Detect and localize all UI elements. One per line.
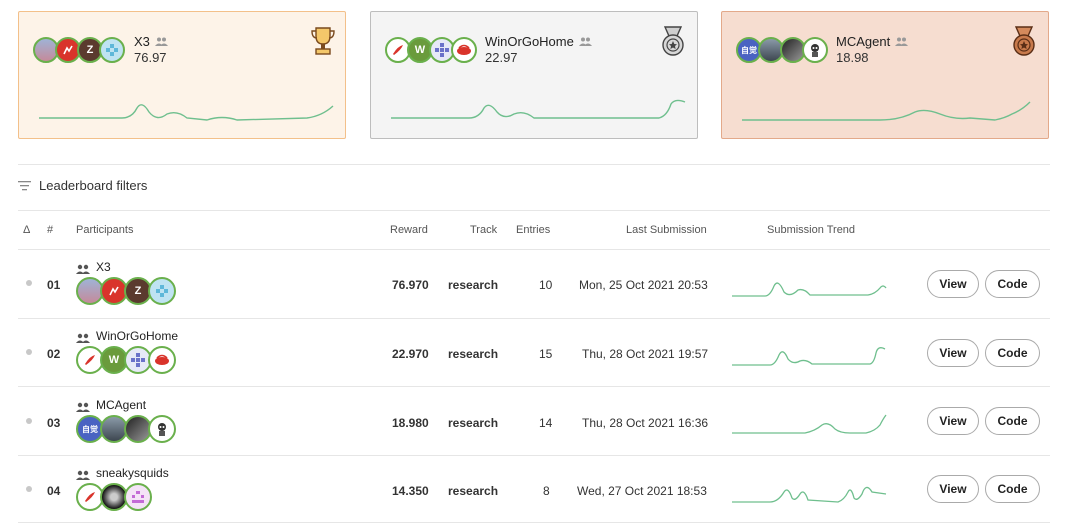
submission-trend-sparkline xyxy=(732,486,887,503)
submission-trend-sparkline xyxy=(732,347,886,366)
column-header-submission-trend: Submission Trend xyxy=(767,224,856,236)
team-avatars: W xyxy=(385,37,477,63)
last-submission: Mon, 25 Oct 2021 20:53 xyxy=(579,278,708,292)
podium-trend-sparkline xyxy=(39,104,334,121)
column-header-delta: Δ xyxy=(23,224,31,236)
group-icon xyxy=(154,37,168,46)
team-name[interactable]: X3 xyxy=(134,34,168,49)
team-avatars: 自觉 xyxy=(736,37,828,63)
entries: 8 xyxy=(543,484,550,498)
participant-name[interactable]: X3 xyxy=(96,260,111,274)
participant-avatars xyxy=(76,483,152,511)
participant-avatars: 自觉 xyxy=(76,415,176,443)
divider xyxy=(18,210,1050,211)
view-button[interactable]: View xyxy=(927,339,979,367)
entries: 10 xyxy=(539,278,553,292)
divider xyxy=(18,522,1050,523)
participant-avatars: Z xyxy=(76,277,176,305)
entries: 15 xyxy=(539,347,553,361)
last-submission: Wed, 27 Oct 2021 18:53 xyxy=(577,484,707,498)
avatar xyxy=(802,37,828,63)
team-avatars: Z xyxy=(33,37,125,63)
trophy-icon xyxy=(311,27,335,55)
reward: 22.970 xyxy=(392,347,429,361)
code-button[interactable]: Code xyxy=(985,339,1040,367)
rank: 04 xyxy=(47,484,61,498)
participant-name[interactable]: sneakysquids xyxy=(96,466,169,480)
participant-name[interactable]: MCAgent xyxy=(96,398,146,412)
participant-name[interactable]: WinOrGoHome xyxy=(96,329,178,343)
group-icon xyxy=(76,333,90,343)
team-name-label: X3 xyxy=(134,34,150,49)
submission-trend-sparkline xyxy=(732,414,887,434)
code-button[interactable]: Code xyxy=(985,475,1040,503)
rank-change-dot xyxy=(26,418,32,424)
code-button[interactable]: Code xyxy=(985,270,1040,298)
avatar xyxy=(148,277,176,305)
rank-change-dot xyxy=(26,349,32,355)
silver-medal-icon xyxy=(662,26,684,56)
track: research xyxy=(448,347,499,361)
rank: 03 xyxy=(47,416,61,430)
group-icon xyxy=(578,37,592,46)
code-button[interactable]: Code xyxy=(985,407,1040,435)
divider xyxy=(18,249,1050,250)
rank: 02 xyxy=(47,347,61,361)
column-header-track[interactable]: Track xyxy=(470,224,497,236)
podium-card-third[interactable]: 自觉 MCAgent 18.98 xyxy=(721,11,1049,139)
column-header-participants: Participants xyxy=(76,224,134,236)
podium-card-second[interactable]: W WinOrGoHome 22.97 xyxy=(370,11,698,139)
team-name[interactable]: MCAgent xyxy=(836,34,909,49)
divider xyxy=(18,318,1050,319)
team-score: 18.98 xyxy=(836,50,869,65)
podium-trend-sparkline xyxy=(742,101,1031,121)
avatar xyxy=(99,37,125,63)
view-button[interactable]: View xyxy=(927,407,979,435)
track: research xyxy=(448,416,499,430)
team-score: 76.97 xyxy=(134,50,167,65)
rank-change-dot xyxy=(26,280,32,286)
column-header-last-submission[interactable]: Last Submission xyxy=(626,224,707,236)
avatar xyxy=(148,415,176,443)
avatar xyxy=(124,483,152,511)
team-score: 22.97 xyxy=(485,50,518,65)
leaderboard-filters-toggle[interactable]: Leaderboard filters xyxy=(18,178,147,193)
podium-card-first[interactable]: Z X3 76.97 xyxy=(18,11,346,139)
podium-trend-sparkline xyxy=(391,99,686,119)
divider xyxy=(18,455,1050,456)
group-icon xyxy=(76,264,90,274)
avatar xyxy=(148,346,176,374)
submission-trend-sparkline xyxy=(732,282,887,297)
column-header-rank: # xyxy=(47,224,54,236)
bronze-medal-icon xyxy=(1013,26,1035,56)
group-icon xyxy=(76,470,90,480)
divider xyxy=(18,164,1050,165)
rank: 01 xyxy=(47,278,61,292)
column-header-reward[interactable]: Reward xyxy=(390,224,428,236)
view-button[interactable]: View xyxy=(927,270,979,298)
filter-icon xyxy=(18,180,31,190)
track: research xyxy=(448,278,499,292)
reward: 18.980 xyxy=(392,416,429,430)
team-name[interactable]: WinOrGoHome xyxy=(485,34,592,49)
avatar xyxy=(451,37,477,63)
participant-avatars: W xyxy=(76,346,176,374)
reward: 14.350 xyxy=(392,484,429,498)
rank-change-dot xyxy=(26,486,32,492)
reward: 76.970 xyxy=(392,278,429,292)
divider xyxy=(18,386,1050,387)
column-header-entries[interactable]: Entries xyxy=(516,224,550,236)
entries: 14 xyxy=(539,416,553,430)
team-name-label: WinOrGoHome xyxy=(485,34,574,49)
team-name-label: MCAgent xyxy=(836,34,891,49)
last-submission: Thu, 28 Oct 2021 19:57 xyxy=(582,347,709,361)
group-icon xyxy=(76,402,90,412)
view-button[interactable]: View xyxy=(927,475,979,503)
group-icon xyxy=(895,37,909,46)
last-submission: Thu, 28 Oct 2021 16:36 xyxy=(582,416,709,430)
track: research xyxy=(448,484,499,498)
filters-label: Leaderboard filters xyxy=(39,178,148,193)
